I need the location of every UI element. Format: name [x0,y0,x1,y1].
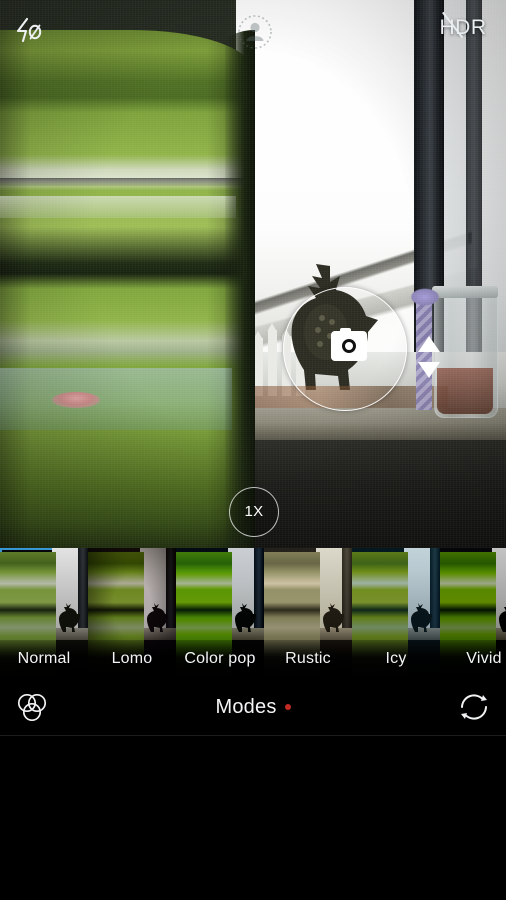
zoom-level-button[interactable]: 1X [229,487,279,537]
filter-label: Rustic [264,640,352,678]
focus-icon-bump [340,328,351,333]
scene-curtain-hem [0,178,252,186]
filter-label: Lomo [88,640,176,678]
exposure-down-arrow[interactable] [418,362,440,378]
filter-label: Icy [352,640,440,678]
thumb-rooster-icon [322,602,344,632]
filter-filmstrip[interactable]: Normal Lomo Color pop Rustic Icy Vivid [0,548,506,678]
filter-item-lomo[interactable]: Lomo [88,548,176,678]
scene-jar-contents [437,368,493,414]
scene-shadow-area [236,440,506,548]
portrait-mode-icon[interactable] [233,10,277,54]
filter-item-rustic[interactable]: Rustic [264,548,352,678]
scene-plate [52,392,100,408]
filter-label: Color pop [176,640,264,678]
scene-picket-tip [268,323,276,330]
exposure-up-arrow[interactable] [418,336,440,352]
focus-icon-lens [342,339,356,353]
switch-camera-icon[interactable] [456,690,492,724]
filter-label: Normal [0,640,88,678]
camera-viewfinder[interactable] [0,0,506,548]
modes-bar: Modes [0,678,506,736]
exposure-updown-icon[interactable] [418,336,440,378]
filter-item-vivid[interactable]: Vivid [440,548,506,678]
scene-picket-tip [254,331,262,338]
flash-off-icon[interactable] [14,16,48,44]
scene-curtain-sheer-band [0,196,236,218]
thumb-rooster-icon [410,602,432,632]
thumb-rooster-icon [146,602,168,632]
modes-title-group[interactable]: Modes [0,678,506,736]
modes-title: Modes [215,695,277,718]
filter-item-normal[interactable]: Normal [0,548,88,678]
thumb-rooster-icon [234,602,256,632]
hdr-label: HDR [439,16,487,39]
scene-curtain-edge [225,30,255,548]
scene-curtain-sheer [0,368,232,430]
filter-item-color-pop[interactable]: Color pop [176,548,264,678]
camera-top-bar: HDR [0,0,506,56]
hdr-off-icon[interactable]: HDR [432,11,494,42]
filter-label: Vivid [440,640,506,678]
filter-item-icy[interactable]: Icy [352,548,440,678]
scene-green-curtain [0,30,252,548]
camera-bottom-bar [0,736,506,900]
camera-focus-icon[interactable] [331,328,367,361]
modes-new-badge [284,704,291,710]
scene-jar-lid [432,286,498,298]
thumb-rooster-icon [58,602,80,632]
thumb-rooster-icon [498,602,506,632]
camera-app: HDR 1X Normal Lomo Color pop Rustic Icy … [0,0,506,900]
scene-jar-ribbon-bow [410,288,440,306]
